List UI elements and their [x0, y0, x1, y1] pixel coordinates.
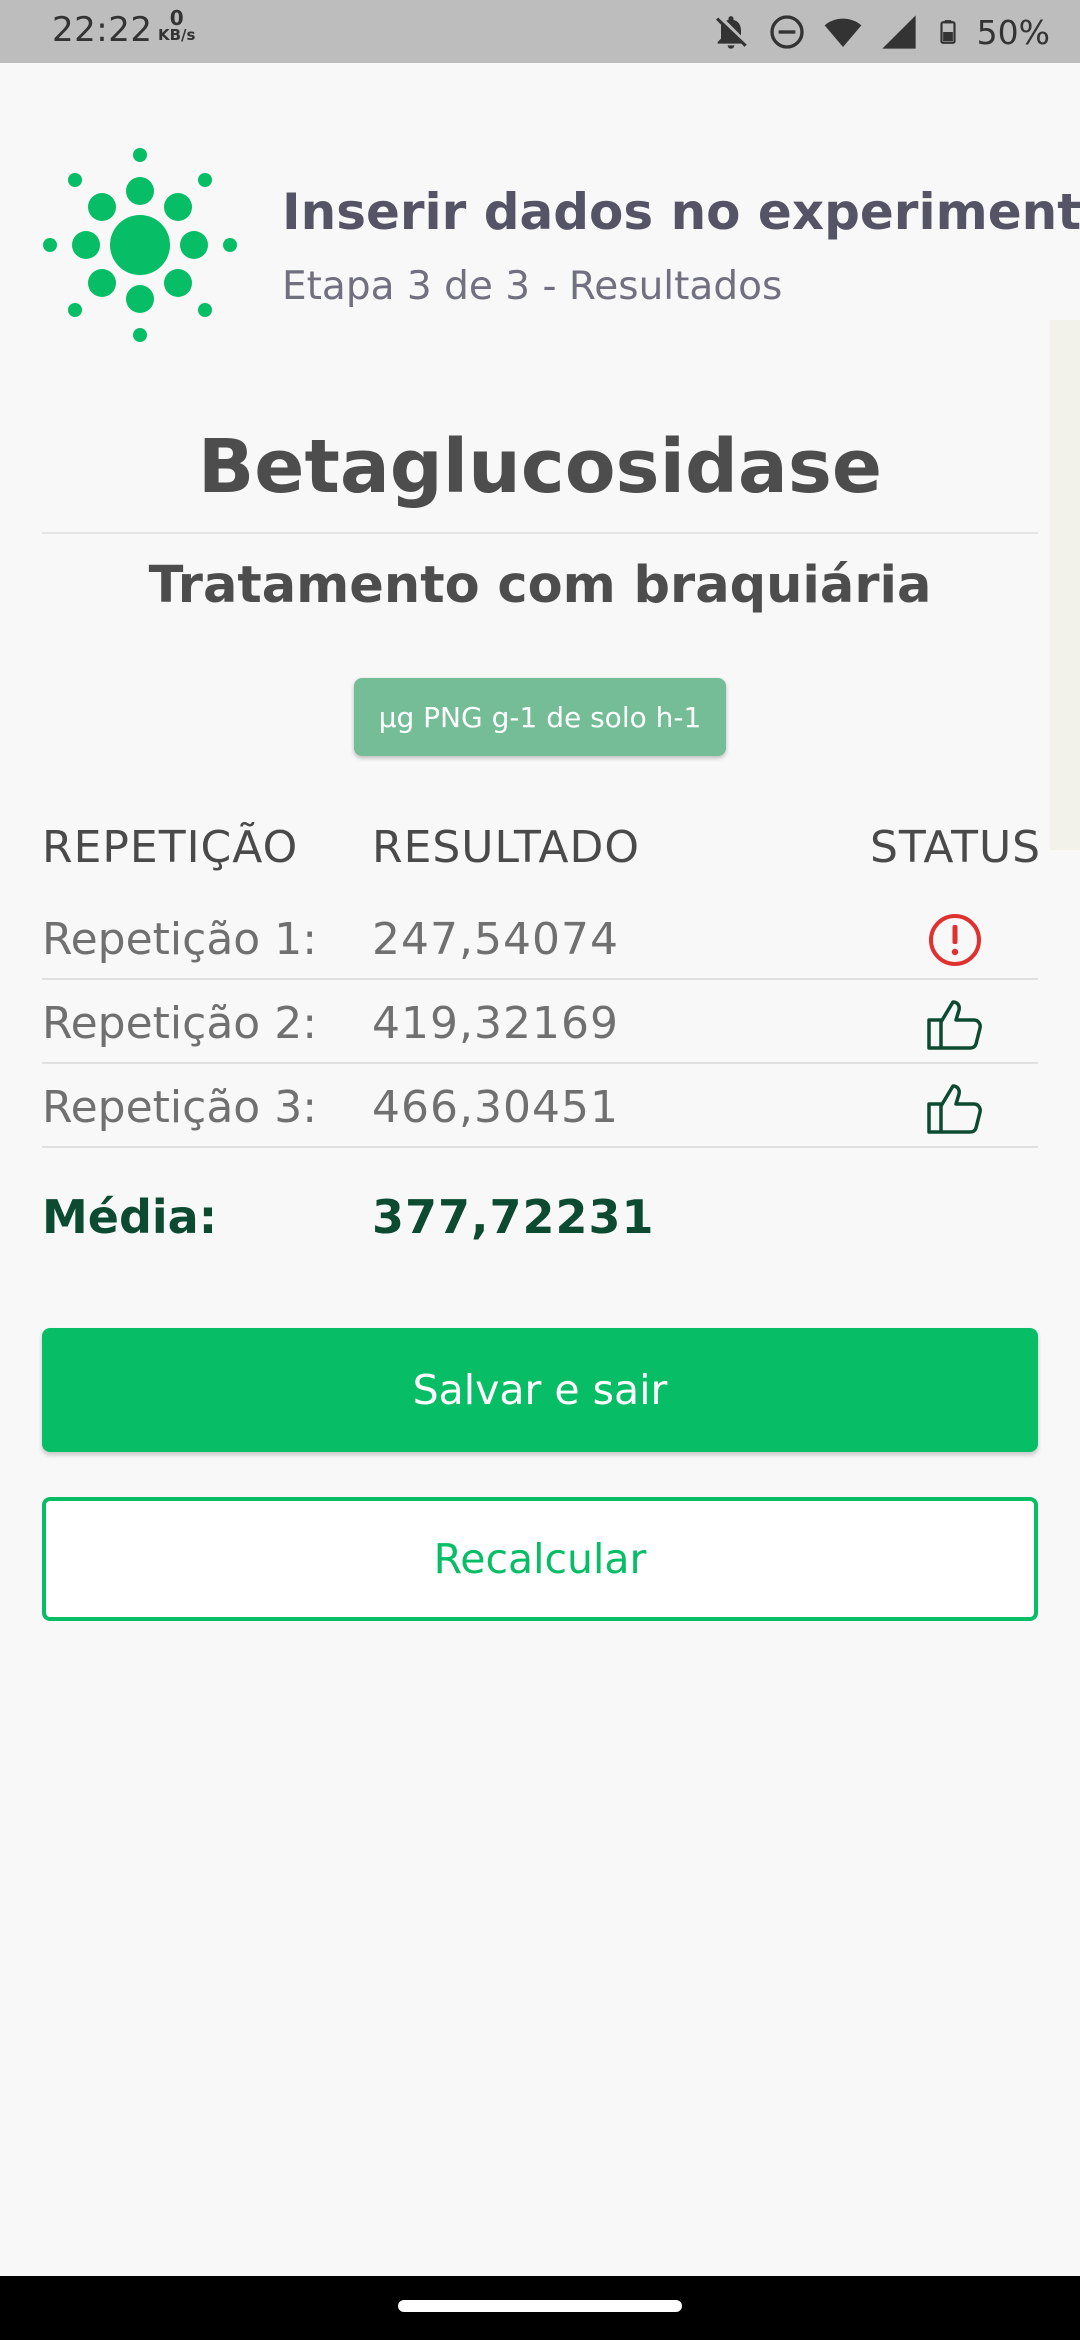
wifi-icon — [824, 18, 861, 47]
network-speed: 0 KB/s — [158, 6, 196, 44]
row-label: Repetição 1: — [42, 914, 318, 965]
status-time: 22:22 — [52, 10, 153, 50]
average-value: 377,72231 — [372, 1190, 655, 1244]
cellular-signal-icon — [881, 15, 916, 49]
do-not-disturb-icon — [769, 15, 804, 49]
column-header-status: STATUS — [870, 822, 1042, 873]
recalculate-button[interactable]: Recalcular — [42, 1497, 1038, 1621]
row-value: 466,30451 — [372, 1082, 619, 1133]
status-bar: 22:22 0 KB/s 50% — [0, 0, 1080, 63]
unit-chip: µg PNG g-1 de solo h-1 — [354, 678, 726, 756]
page-title: Inserir dados no experimento — [282, 183, 1080, 241]
alert-circle-icon — [929, 914, 981, 966]
network-speed-value: 0 — [169, 6, 184, 30]
row-label: Repetição 2: — [42, 998, 318, 1049]
divider — [42, 532, 1038, 534]
battery-percentage: 50% — [976, 12, 1050, 52]
network-speed-unit: KB/s — [158, 26, 196, 44]
thumbs-up-icon — [927, 1000, 982, 1050]
column-header-repetition: REPETIÇÃO — [42, 822, 299, 873]
enzyme-title: Betaglucosidase — [197, 424, 883, 510]
sun-dots-logo-icon — [43, 148, 237, 342]
table-row: Repetição 2: 419,32169 — [42, 980, 1038, 1064]
row-label: Repetição 3: — [42, 1082, 318, 1133]
step-indicator: Etapa 3 de 3 - Resultados — [282, 264, 783, 309]
home-gesture-handle[interactable] — [398, 2300, 682, 2312]
save-and-exit-button[interactable]: Salvar e sair — [42, 1328, 1038, 1452]
average-label: Média: — [42, 1190, 218, 1244]
table-row: Repetição 1: 247,54074 — [42, 896, 1038, 980]
treatment-title: Tratamento com braquiária — [148, 556, 932, 615]
row-value: 419,32169 — [372, 998, 619, 1049]
notifications-off-icon — [715, 16, 747, 49]
table-row: Repetição 3: 466,30451 — [42, 1064, 1038, 1148]
status-icons: 50% — [711, 10, 1050, 54]
thumbs-up-icon — [927, 1084, 982, 1134]
column-header-result: RESULTADO — [372, 822, 641, 873]
row-value: 247,54074 — [372, 914, 619, 965]
battery-icon — [940, 20, 956, 44]
